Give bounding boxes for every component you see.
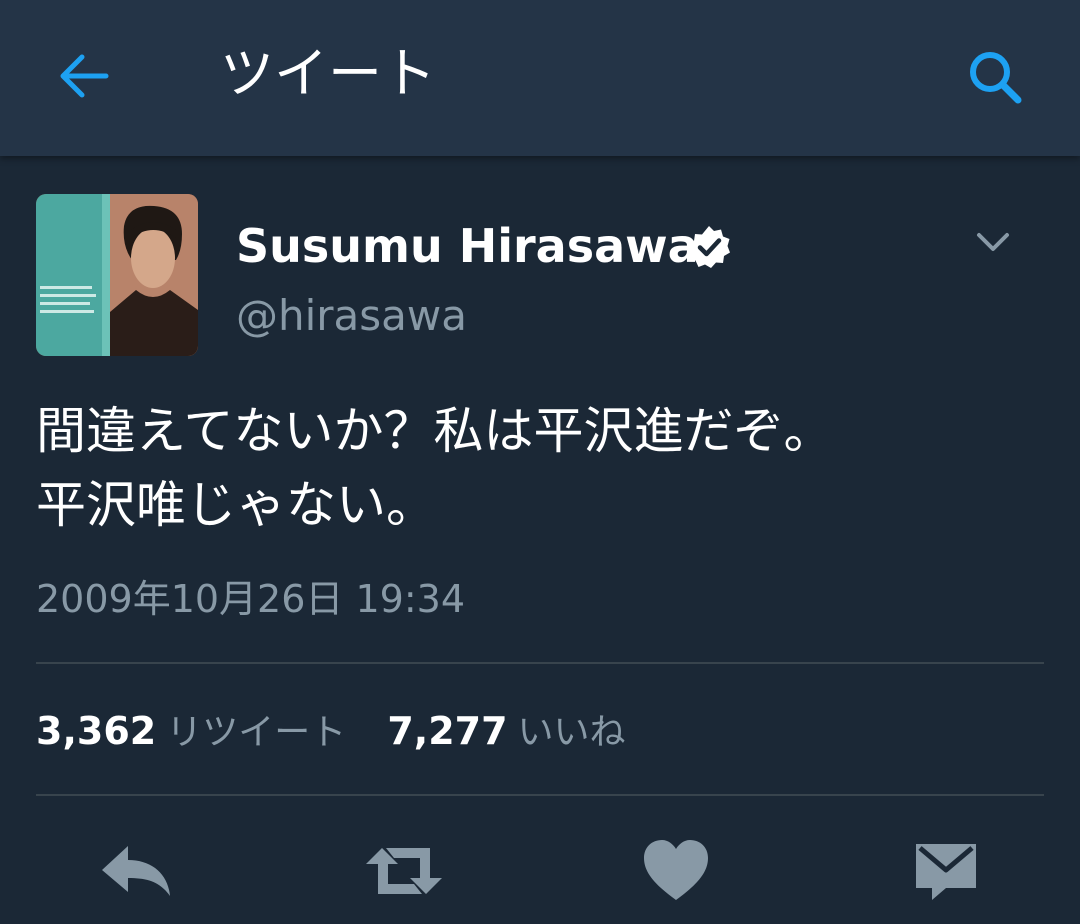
retweet-count: 3,362 bbox=[36, 709, 157, 753]
user-handle[interactable]: @hirasawa bbox=[236, 288, 467, 344]
like-count: 7,277 bbox=[387, 709, 508, 753]
reply-icon bbox=[102, 846, 170, 896]
avatar[interactable] bbox=[36, 194, 198, 356]
divider bbox=[36, 662, 1044, 664]
tweet-detail: Susumu Hirasawa @hirasawa 間違えてないか？私は平沢進だ… bbox=[0, 156, 1080, 924]
top-app-bar: ツイート bbox=[0, 0, 1080, 156]
heart-icon bbox=[644, 840, 708, 900]
arrow-left-icon bbox=[60, 54, 109, 98]
chevron-down-icon bbox=[977, 233, 1009, 251]
retweet-stat[interactable]: 3,362 リツイート bbox=[36, 706, 346, 764]
reply-button[interactable] bbox=[96, 836, 176, 906]
retweet-icon bbox=[366, 848, 442, 894]
retweet-button[interactable] bbox=[364, 836, 444, 906]
envelope-icon bbox=[916, 844, 976, 900]
direct-message-button[interactable] bbox=[906, 836, 986, 906]
search-icon bbox=[970, 52, 1022, 104]
retweet-label: リツイート bbox=[166, 712, 347, 753]
like-button[interactable] bbox=[636, 836, 716, 906]
tweet-stats: 3,362 リツイート 7,277 いいね bbox=[36, 706, 662, 756]
tweet-text: 間違えてないか？私は平沢進だぞ。 平沢唯じゃない。 bbox=[36, 394, 1046, 542]
display-name[interactable]: Susumu Hirasawa bbox=[236, 216, 699, 276]
verified-badge-icon bbox=[686, 224, 732, 270]
profile-photo bbox=[36, 194, 198, 356]
like-label: いいね bbox=[517, 712, 626, 753]
back-button[interactable] bbox=[52, 44, 116, 108]
tweet-text-line: 平沢唯じゃない。 bbox=[36, 476, 436, 534]
page-title: ツイート bbox=[220, 42, 436, 105]
search-button[interactable] bbox=[960, 42, 1030, 112]
tweet-timestamp: 2009年10月26日 19:34 bbox=[36, 577, 466, 621]
like-stat[interactable]: 7,277 いいね bbox=[387, 706, 625, 764]
divider bbox=[36, 794, 1044, 796]
tweet-text-line: 間違えてないか？私は平沢進だぞ。 bbox=[36, 402, 834, 460]
tweet-options-button[interactable] bbox=[970, 222, 1016, 262]
